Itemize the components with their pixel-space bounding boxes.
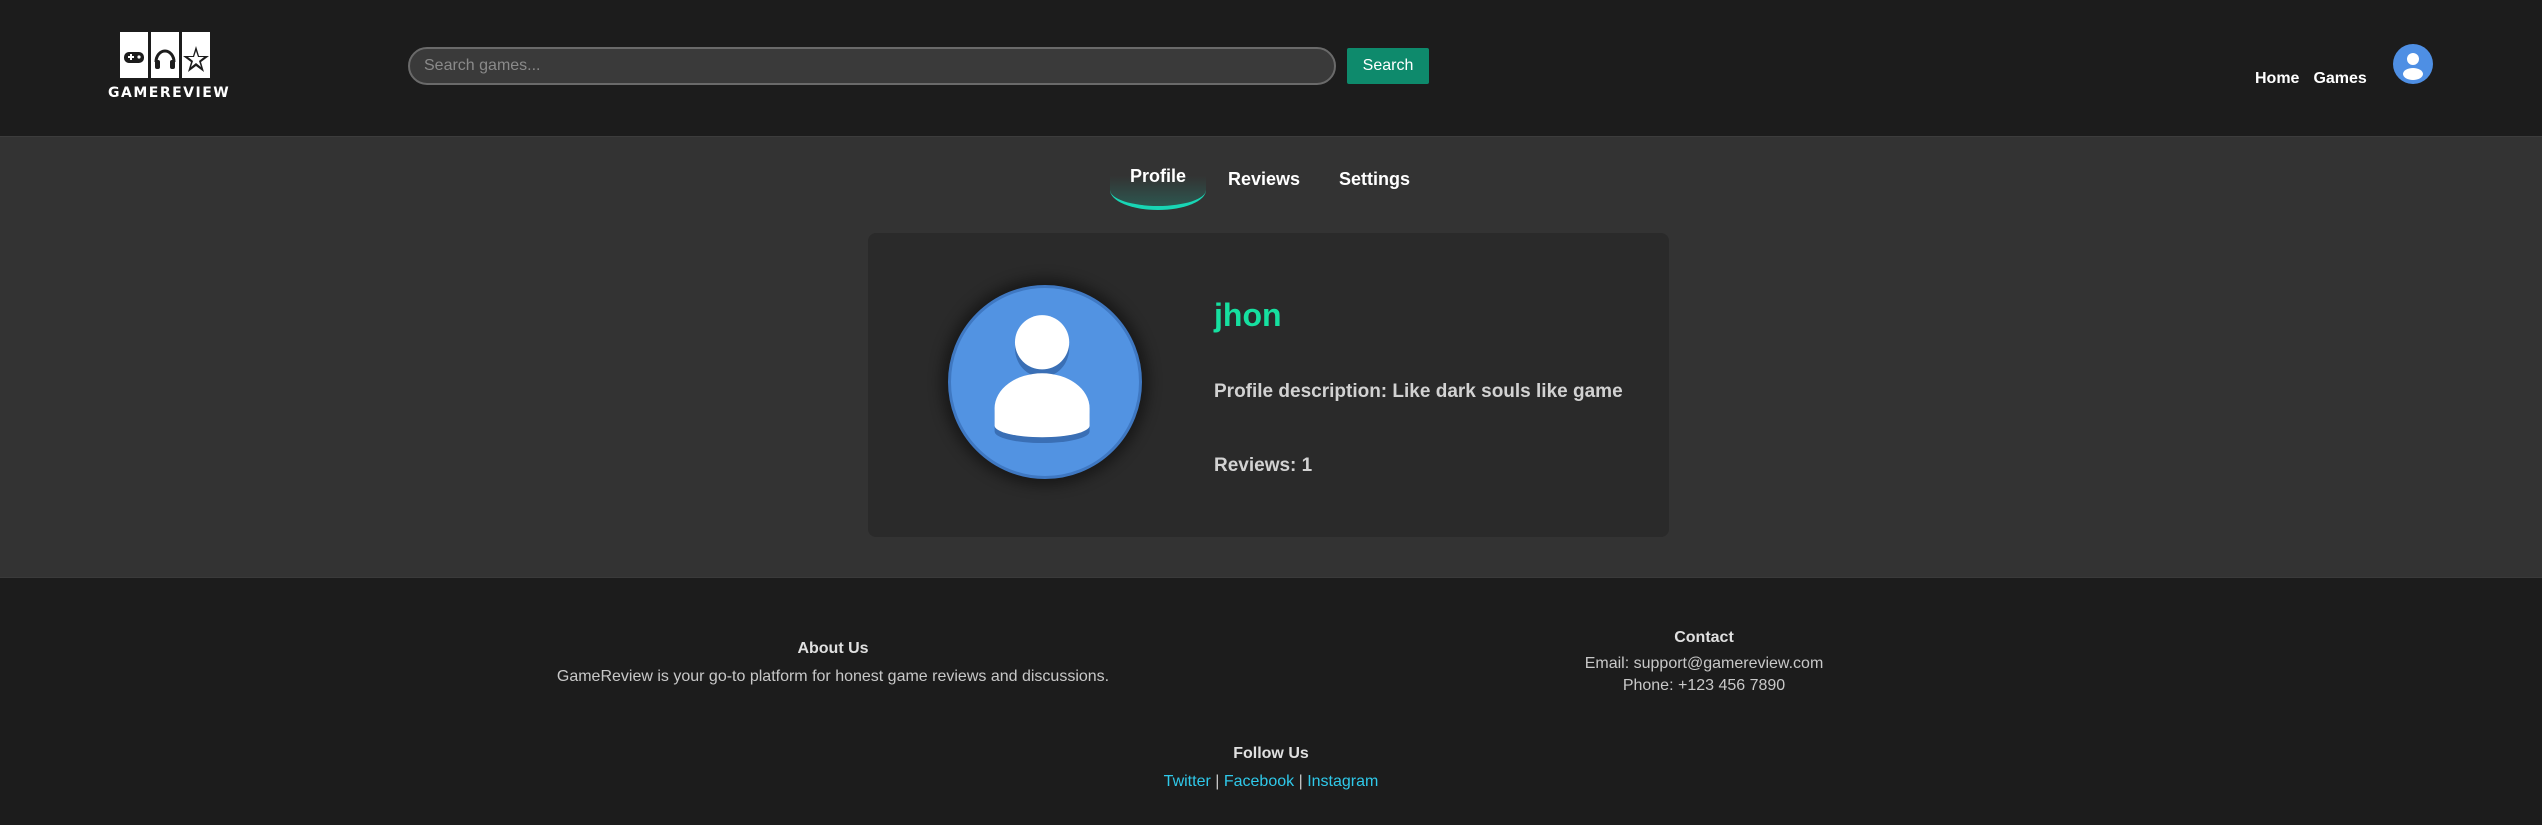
profile-username: jhon: [1214, 297, 1282, 333]
tab-profile[interactable]: Profile: [1110, 160, 1206, 210]
profile-description: Profile description: Like dark souls lik…: [1214, 381, 1623, 402]
profile-silhouette-icon: [994, 315, 1090, 444]
footer-about-text: GameReview is your go-to platform for ho…: [556, 668, 1110, 685]
tab-profile-label: Profile: [1130, 166, 1187, 186]
search-button[interactable]: Search: [1347, 48, 1429, 84]
profile-avatar-icon: [948, 285, 1142, 479]
footer-about-title: About Us: [797, 640, 869, 657]
site-footer: About Us GameReview is your go-to platfo…: [0, 577, 2542, 825]
footer-about: About Us GameReview is your go-to platfo…: [540, 640, 1126, 686]
instagram-link[interactable]: Instagram: [1307, 773, 1378, 790]
search-input[interactable]: [408, 47, 1336, 85]
tab-settings[interactable]: Settings: [1339, 169, 1410, 190]
gamereview-logo[interactable]: GAMEREVIEW: [108, 30, 231, 104]
main-nav: Home Games: [2255, 70, 2367, 88]
footer-follow: Follow Us Twitter | Facebook | Instagram: [1071, 745, 1471, 791]
footer-contact-phone: Phone: +123 456 7890: [1622, 677, 1786, 694]
logo-tiles-icon: [120, 32, 210, 78]
footer-contact-email: Email: support@gamereview.com: [1584, 655, 1824, 672]
footer-follow-title: Follow Us: [1233, 745, 1309, 762]
logo-text: GAMEREVIEW: [108, 85, 231, 101]
profile-card: jhon Profile description: Like dark soul…: [868, 233, 1669, 537]
facebook-link[interactable]: Facebook: [1224, 773, 1294, 790]
user-avatar-icon[interactable]: [2393, 44, 2433, 84]
top-header: GAMEREVIEW Search Home Games: [0, 0, 2542, 137]
profile-review-count: Reviews: 1: [1214, 455, 1313, 476]
nav-home-link[interactable]: Home: [2255, 70, 2299, 88]
tab-reviews[interactable]: Reviews: [1228, 169, 1300, 190]
twitter-link[interactable]: Twitter: [1164, 773, 1211, 790]
nav-games-link[interactable]: Games: [2313, 70, 2366, 88]
footer-contact: Contact Email: support@gamereview.com Ph…: [1556, 629, 1852, 695]
social-links: Twitter | Facebook | Instagram: [1071, 773, 1471, 791]
link-separator: |: [1215, 773, 1220, 790]
user-silhouette-icon: [2403, 53, 2423, 80]
footer-contact-title: Contact: [1674, 629, 1734, 646]
link-separator: |: [1298, 773, 1303, 790]
